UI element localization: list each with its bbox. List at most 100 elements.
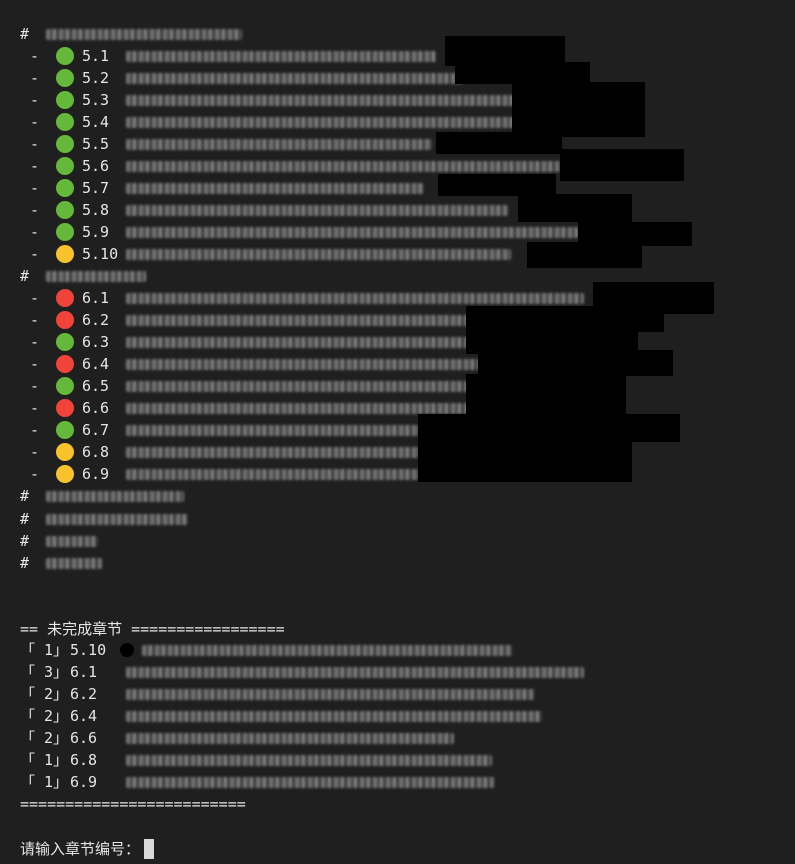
green-circle-icon [56, 157, 74, 175]
group-header: # [20, 530, 98, 552]
chapter-number: 6.9 [82, 465, 110, 483]
blurred-text [46, 270, 146, 282]
incomplete-row: 「 1」 6.8 [20, 749, 492, 771]
count-label: 「 1」 [20, 751, 69, 769]
dash-marker: - [30, 113, 40, 131]
chapter-number: 6.6 [82, 399, 110, 417]
chapter-number: 5.10 [82, 245, 119, 263]
redaction-box [466, 306, 664, 332]
chapter-number: 6.2 [70, 685, 98, 703]
chapter-number: 5.3 [82, 91, 110, 109]
green-circle-icon [56, 179, 74, 197]
incomplete-section-header: == 未完成章节 ================= [20, 620, 285, 638]
green-circle-icon [56, 135, 74, 153]
green-circle-icon [56, 223, 74, 241]
redaction-box [518, 194, 632, 222]
blurred-text [126, 314, 502, 326]
incomplete-row: 「 2」 6.2 [20, 683, 534, 705]
blurred-text [126, 754, 492, 766]
dash-marker: - [30, 377, 40, 395]
chapter-number: 5.4 [82, 113, 110, 131]
chapter-number: 6.6 [70, 729, 98, 747]
input-prompt-line[interactable]: 请输入章节编号： [20, 838, 155, 860]
blurred-text [46, 28, 242, 40]
chapter-number: 6.4 [82, 355, 110, 373]
hash-marker: # [20, 267, 30, 285]
redaction-box [512, 82, 645, 137]
count-label: 「 1」 [20, 641, 69, 659]
chapter-number: 6.5 [82, 377, 110, 395]
chapter-number: 6.8 [70, 751, 98, 769]
blurred-text [126, 138, 432, 150]
blurred-text [126, 336, 468, 348]
list-item: - 6.4 [20, 353, 482, 375]
red-circle-icon [56, 399, 74, 417]
blurred-text [126, 402, 472, 414]
redaction-box [455, 62, 590, 84]
dash-marker: - [30, 69, 40, 87]
list-item: - 5.2 [20, 67, 462, 89]
green-circle-icon [56, 47, 74, 65]
blurred-text [126, 72, 462, 84]
green-circle-icon [56, 91, 74, 109]
black-circle-icon [120, 643, 134, 657]
list-item: - 6.7 [20, 419, 420, 441]
chapter-number: 6.4 [70, 707, 98, 725]
dash-marker: - [30, 355, 40, 373]
incomplete-row: 「 1」 6.9 [20, 771, 494, 793]
list-item: - 6.3 [20, 331, 468, 353]
dash-marker: - [30, 91, 40, 109]
text-cursor[interactable] [144, 839, 155, 859]
dash-marker: - [30, 245, 40, 263]
list-item: - 5.9 [20, 221, 578, 243]
list-item: - 6.8 [20, 441, 420, 463]
dash-marker: - [30, 47, 40, 65]
blurred-text [46, 557, 102, 569]
hash-marker: # [20, 554, 30, 572]
chapter-number: 6.9 [70, 773, 98, 791]
blurred-text [126, 424, 420, 436]
green-circle-icon [56, 421, 74, 439]
incomplete-row: 「 1」 5.10 [20, 639, 512, 661]
dash-marker: - [30, 223, 40, 241]
dash-marker: - [30, 135, 40, 153]
blurred-text [126, 666, 584, 678]
dash-marker: - [30, 465, 40, 483]
blurred-text [126, 380, 472, 392]
chapter-number: 6.1 [82, 289, 110, 307]
red-circle-icon [56, 289, 74, 307]
dash-marker: - [30, 179, 40, 197]
blurred-text [46, 513, 188, 525]
blurred-text [126, 688, 534, 700]
chapter-number: 6.7 [82, 421, 110, 439]
chapter-number: 5.8 [82, 201, 110, 219]
blurred-text [126, 204, 508, 216]
blurred-text [126, 182, 424, 194]
list-item: - 6.9 [20, 463, 420, 485]
list-item: - 6.5 [20, 375, 472, 397]
green-circle-icon [56, 377, 74, 395]
chapter-number: 6.8 [82, 443, 110, 461]
green-circle-icon [56, 113, 74, 131]
incomplete-row: 「 2」 6.6 [20, 727, 454, 749]
incomplete-row: 「 3」 6.1 [20, 661, 584, 683]
yellow-circle-icon [56, 465, 74, 483]
blurred-text [126, 446, 420, 458]
blurred-text [126, 468, 420, 480]
green-circle-icon [56, 201, 74, 219]
group-header: # [20, 508, 188, 530]
chapter-number: 5.9 [82, 223, 110, 241]
dash-marker: - [30, 421, 40, 439]
list-item: - 5.4 [20, 111, 514, 133]
chapter-number: 6.1 [70, 663, 98, 681]
terminal-window: # - 5.1 - 5.2 - 5.3 - 5.4 - 5.5 - 5.6 - … [0, 0, 795, 864]
yellow-circle-icon [56, 245, 74, 263]
count-label: 「 1」 [20, 773, 69, 791]
redaction-box [466, 374, 626, 418]
redaction-box [527, 242, 642, 268]
blurred-text [126, 776, 494, 788]
dash-marker: - [30, 443, 40, 461]
list-item: - 5.1 [20, 45, 436, 67]
group-header: # [20, 265, 146, 287]
hash-marker: # [20, 532, 30, 550]
